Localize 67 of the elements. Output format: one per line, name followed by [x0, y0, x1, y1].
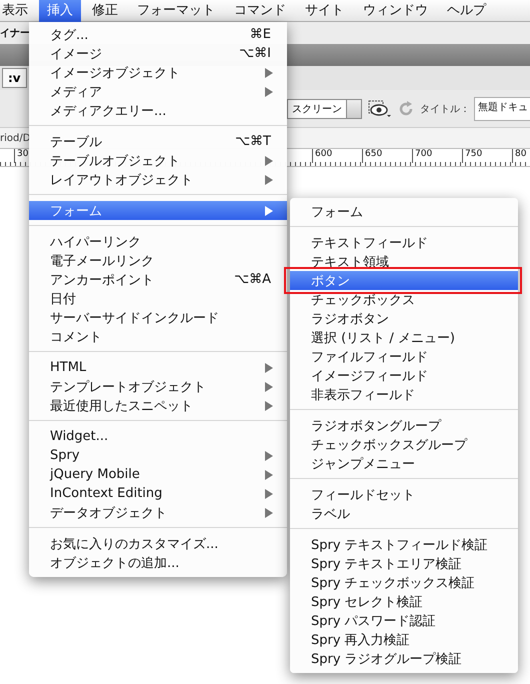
ruler-label: 30 — [14, 149, 28, 163]
menu-item[interactable]: テーブルオブジェクト — [29, 151, 287, 170]
menu-bar-item[interactable]: 表示 — [0, 0, 36, 22]
menu-item[interactable]: ラベル — [290, 504, 518, 523]
menu-item[interactable]: Spry ラジオグループ検証 — [290, 649, 518, 668]
title-field[interactable]: 無題ドキュ — [474, 96, 530, 120]
menu-item[interactable]: Spry — [29, 446, 287, 465]
menu-bar-item[interactable]: ウィンドウ — [355, 0, 436, 22]
menu-item[interactable]: Spry チェックボックス検証 — [290, 573, 518, 592]
menu-item[interactable]: タグ... ⌘E — [29, 25, 287, 44]
menu-item[interactable]: オブジェクトの追加... — [29, 553, 287, 572]
title-label: タイトル： — [420, 102, 470, 116]
menu-item[interactable]: 電子メールリンク — [29, 251, 287, 270]
menu-item[interactable]: 選択 (リスト / メニュー) — [290, 328, 518, 347]
menu-item[interactable]: jQuery Mobile — [29, 465, 287, 484]
menu-item[interactable]: Spry セレクト検証 — [290, 592, 518, 611]
menu-item[interactable]: Spry パスワード認証 — [290, 611, 518, 630]
menu-bar-item[interactable]: フォーマット — [129, 0, 223, 22]
menu-item[interactable]: テーブル ⌥⌘T — [29, 132, 287, 151]
menu-item[interactable]: イメージオブジェクト — [29, 63, 287, 82]
menu-item[interactable]: ファイルフィールド — [290, 347, 518, 366]
menu-bar-item[interactable]: コマンド — [226, 0, 294, 22]
code-button[interactable]: :v — [2, 68, 27, 88]
menu-item[interactable]: Spry テキストフィールド検証 — [290, 535, 518, 554]
menu-item[interactable]: チェックボックス — [290, 290, 518, 309]
ruler-label: 650 — [362, 149, 382, 163]
menu-bar-item[interactable]: 修正 — [84, 0, 126, 22]
path-text: riod/D — [0, 132, 30, 144]
menu-item[interactable]: ボタン — [290, 271, 518, 290]
menu-item[interactable]: Spry テキストエリア検証 — [290, 554, 518, 573]
menu-item[interactable]: イメージフィールド — [290, 366, 518, 385]
menu-bar-item[interactable]: サイト — [297, 0, 352, 22]
eye-icon[interactable] — [368, 100, 392, 118]
menu-item[interactable]: チェックボックスグループ — [290, 435, 518, 454]
menu-item[interactable]: ラジオボタングループ — [290, 416, 518, 435]
view-dropdown[interactable]: スクリーン — [287, 98, 362, 118]
menu-item[interactable]: コメント — [29, 327, 287, 346]
menu-item[interactable]: テキストフィールド — [290, 233, 518, 252]
menu-item[interactable]: メディアクエリー... — [29, 101, 287, 120]
menu-item[interactable]: データオブジェクト — [29, 503, 287, 522]
menu-bar-item[interactable]: 挿入 — [39, 0, 81, 22]
menu-item[interactable]: 最近使用したスニペット — [29, 396, 287, 415]
ruler-label: 700 — [412, 149, 432, 163]
menu-item[interactable]: ラジオボタン — [290, 309, 518, 328]
menu-item[interactable]: サーバーサイドインクルード — [29, 308, 287, 327]
menu-item[interactable]: 非表示フィールド — [290, 385, 518, 404]
menu-item[interactable]: フォーム — [290, 202, 518, 221]
menu-item[interactable]: アンカーポイント ⌥⌘A — [29, 270, 287, 289]
menu-item[interactable]: メディア — [29, 82, 287, 101]
menu-item[interactable]: ハイパーリンク — [29, 232, 287, 251]
ruler-label: 80 — [512, 149, 526, 163]
menu-item[interactable]: InContext Editing — [29, 484, 287, 503]
menu-item[interactable]: イメージ ⌥⌘I — [29, 44, 287, 63]
menu-item[interactable]: Spry 再入力検証 — [290, 630, 518, 649]
menu-item[interactable]: レイアウトオブジェクト — [29, 170, 287, 189]
ruler-label: 750 — [462, 149, 482, 163]
menu-item[interactable]: フィールドセット — [290, 485, 518, 504]
menu-item[interactable]: 日付 — [29, 289, 287, 308]
menu-item[interactable]: フォーム — [29, 201, 287, 220]
menu-item[interactable]: テキスト領域 — [290, 252, 518, 271]
menu-bar-item[interactable]: ヘルプ — [439, 0, 494, 22]
menu-item[interactable]: Widget... — [29, 427, 287, 446]
menu-item[interactable]: HTML — [29, 358, 287, 377]
menu-item[interactable]: ジャンプメニュー — [290, 454, 518, 473]
menu-item[interactable]: お気に入りのカスタマイズ... — [29, 534, 287, 553]
ruler-label: 600 — [312, 149, 332, 163]
menu-item[interactable]: テンプレートオブジェクト — [29, 377, 287, 396]
